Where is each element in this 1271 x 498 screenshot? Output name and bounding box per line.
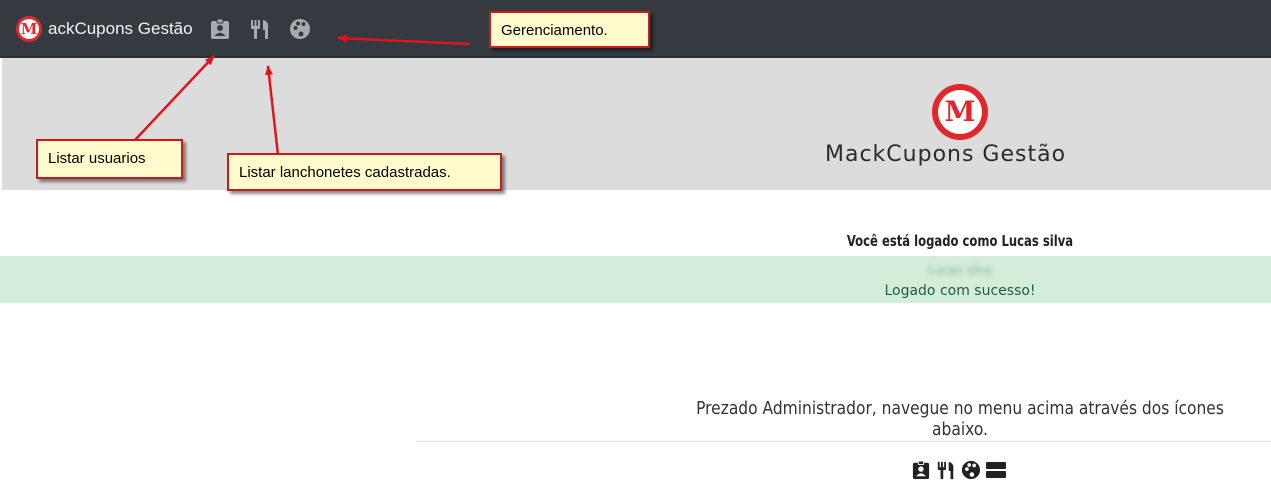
arrow-list-snackbars [265, 65, 280, 156]
arrow-management [337, 34, 471, 46]
callout-management: Gerenciamento. [489, 11, 650, 48]
arrow-list-users [134, 55, 215, 141]
annotation-arrows [134, 34, 471, 156]
callout-list-users: Listar usuarios [36, 139, 183, 179]
callout-list-snackbars: Listar lanchonetes cadastradas. [227, 153, 502, 191]
